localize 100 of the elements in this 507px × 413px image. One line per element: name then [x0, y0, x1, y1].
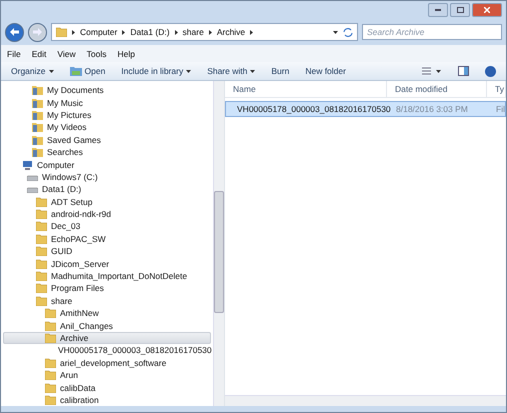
- library-folder-icon: [32, 147, 43, 158]
- tree-item[interactable]: Dec_03: [3, 220, 212, 233]
- forward-arrow-icon: [33, 28, 42, 36]
- folder-icon: [45, 358, 56, 368]
- tree-item[interactable]: Anil_Changes: [3, 319, 212, 332]
- folder-icon: [36, 234, 47, 244]
- folder-icon: [45, 333, 56, 343]
- library-folder-icon: [32, 110, 43, 120]
- menu-item[interactable]: View: [57, 48, 76, 58]
- tree-item[interactable]: My Videos: [3, 121, 212, 134]
- folder-icon: [45, 370, 56, 380]
- column-header[interactable]: Name: [225, 81, 388, 97]
- tree-item[interactable]: JDicom_Server: [3, 257, 212, 270]
- folder-icon: [36, 296, 47, 306]
- chevron-icon: [208, 30, 212, 34]
- open-folder-icon: [70, 66, 82, 76]
- table-cell: VH00005178_000003_08182016170530: [237, 104, 391, 114]
- tree-item[interactable]: GUID: [3, 245, 212, 258]
- toolbar-button[interactable]: Open: [70, 66, 106, 76]
- preview-pane-icon[interactable]: [458, 66, 469, 76]
- tree-item[interactable]: android-ndk-r9d: [3, 208, 212, 220]
- folder-icon: [36, 258, 47, 269]
- caret-icon: [250, 70, 256, 72]
- table-cell: Fil: [496, 104, 505, 114]
- scrollbar[interactable]: [225, 395, 506, 406]
- column-header[interactable]: Date modified: [387, 81, 488, 97]
- caret-icon: [186, 70, 192, 72]
- library-folder-icon: [32, 85, 43, 96]
- menu-item[interactable]: Tools: [86, 48, 106, 58]
- breadcrumb[interactable]: Computer: [80, 27, 118, 37]
- chevron-icon: [122, 30, 126, 34]
- tree-item[interactable]: Searches: [3, 146, 212, 158]
- table-cell: 8/18/2016 3:03 PM: [396, 104, 468, 114]
- tree-item[interactable]: Archive: [3, 332, 212, 344]
- toolbar-button[interactable]: Share with: [207, 66, 256, 76]
- tree-item[interactable]: share: [3, 294, 212, 308]
- address-bar[interactable]: Computer Data1 (D:) share Archive: [51, 23, 358, 41]
- back-arrow-icon: [10, 28, 19, 36]
- back-button[interactable]: [5, 22, 24, 42]
- chevron-icon: [72, 30, 75, 34]
- tree-item[interactable]: calibration: [3, 394, 212, 406]
- tree-item[interactable]: Saved Games: [3, 134, 212, 146]
- folder-icon: [56, 27, 67, 37]
- library-folder-icon: [32, 122, 43, 132]
- toolbar-button[interactable]: Organize: [11, 66, 54, 76]
- toolbar-button[interactable]: Burn: [271, 66, 290, 76]
- column-header[interactable]: Ty: [487, 81, 506, 97]
- toolbar-button[interactable]: New folder: [305, 66, 346, 76]
- breadcrumb[interactable]: Data1 (D:): [130, 27, 170, 37]
- minimize-icon: [435, 9, 441, 11]
- file-row[interactable]: VH00005178_000003_08182016170530 8/18/2016 3:03 PM Fil: [225, 101, 506, 117]
- caret-icon: [48, 70, 54, 72]
- maximize-button[interactable]: [450, 3, 470, 17]
- folder-icon: [45, 394, 56, 405]
- folder-icon: [36, 196, 47, 207]
- search-field[interactable]: Search Archive: [362, 24, 502, 40]
- drive-icon: [27, 172, 38, 181]
- folder-icon: [36, 221, 47, 232]
- tree-item[interactable]: My Pictures: [3, 108, 212, 122]
- maximize-icon: [456, 7, 464, 13]
- drive-icon: [27, 185, 38, 194]
- breadcrumb[interactable]: share: [182, 27, 204, 37]
- folder-icon: [45, 382, 56, 393]
- folder-icon: [45, 308, 56, 318]
- breadcrumb[interactable]: Archive: [216, 27, 246, 37]
- close-button[interactable]: [472, 3, 502, 17]
- folder-icon: [36, 209, 47, 220]
- tree-item[interactable]: Windows7 (C:): [3, 170, 212, 184]
- caret-icon: [333, 30, 338, 34]
- library-folder-icon: [32, 98, 43, 108]
- tree-item[interactable]: Arun: [3, 368, 212, 382]
- menu-item[interactable]: File: [7, 48, 21, 58]
- tree-item[interactable]: My Documents: [3, 84, 212, 96]
- view-options-icon[interactable]: [422, 66, 442, 76]
- toolbar-button[interactable]: Include in library: [121, 66, 192, 76]
- menu-item[interactable]: Help: [117, 48, 135, 58]
- tree-item[interactable]: Data1 (D:): [3, 183, 212, 196]
- tree-item[interactable]: calibData: [3, 381, 212, 394]
- refresh-icon[interactable]: [343, 28, 353, 36]
- tree-item[interactable]: Program Files: [3, 282, 212, 295]
- chevron-icon: [174, 30, 178, 34]
- folder-icon: [36, 283, 47, 294]
- library-folder-icon: [32, 134, 43, 145]
- close-icon: [484, 7, 490, 13]
- tree-item[interactable]: VH00005178_000003_08182016170530: [3, 344, 212, 357]
- tree-item[interactable]: ariel_development_software: [3, 356, 212, 369]
- minimize-button[interactable]: [428, 3, 448, 17]
- forward-button[interactable]: [28, 22, 47, 42]
- menu-item[interactable]: Edit: [32, 48, 46, 58]
- folder-icon: [36, 271, 47, 282]
- chevron-icon: [250, 30, 254, 34]
- tree-item[interactable]: EchoPAC_SW: [3, 232, 212, 246]
- tree-item[interactable]: AmithNew: [3, 307, 212, 320]
- tree-item[interactable]: Computer: [3, 158, 212, 171]
- tree-item[interactable]: My Music: [3, 96, 212, 109]
- scrollbar[interactable]: [213, 81, 224, 406]
- tree-item[interactable]: ADT Setup: [3, 196, 212, 208]
- computer-icon: [22, 160, 33, 170]
- tree-item[interactable]: Madhumita_Important_DoNotDelete: [3, 270, 212, 282]
- folder-icon: [36, 246, 47, 256]
